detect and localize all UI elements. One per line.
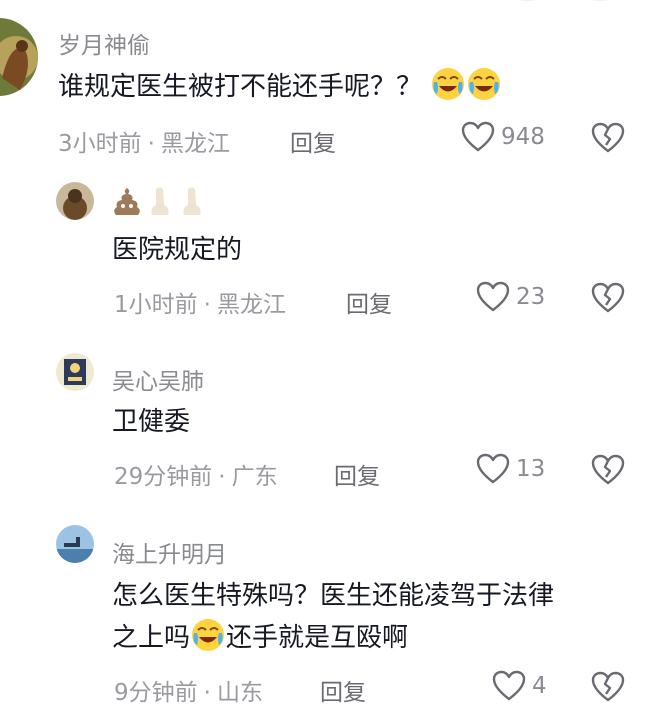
comment-text-part: 之上吗: [112, 623, 191, 653]
like-count: 4: [532, 673, 547, 699]
heart-outline-icon: [492, 670, 526, 701]
comment-text-line1: 怎么医生特殊吗？医生还能凌驾于法律: [112, 581, 555, 611]
reply-button[interactable]: 回复: [334, 457, 380, 491]
comment-username[interactable]: 岁月神偷: [58, 26, 150, 60]
comment-username[interactable]: [112, 185, 206, 217]
like-count: 948: [501, 124, 545, 150]
comment-meta: 9分钟前 · 山东: [114, 673, 263, 707]
comment-location: 黑龙江: [216, 292, 286, 318]
glove-emoji-icon: [151, 187, 169, 215]
reply-item: 吴心吴肺 卫健委 29分钟前 · 广东 回复 13: [0, 345, 660, 515]
comment-time: 1小时前: [114, 292, 198, 318]
glove-emoji-icon: [183, 187, 201, 215]
comment-text-line2: 之上吗 还手就是互殴啊: [112, 617, 408, 660]
meta-separator: ·: [203, 680, 211, 706]
comment-text-part: 还手就是互殴啊: [226, 623, 409, 653]
meta-separator: ·: [218, 464, 226, 490]
reply-button[interactable]: 回复: [290, 124, 336, 158]
crying-laughing-emoji-icon: [468, 68, 501, 100]
meta-separator: ·: [203, 292, 211, 318]
avatar[interactable]: [0, 18, 38, 96]
comment-text: 谁规定医生被打不能还手呢？？: [58, 66, 502, 109]
comment-username[interactable]: 海上升明月: [112, 535, 227, 569]
like-count: 23: [516, 284, 546, 310]
avatar[interactable]: [56, 525, 94, 563]
avatar[interactable]: [56, 182, 94, 220]
comment-meta: 1小时前 · 黑龙江: [114, 285, 286, 319]
comment-time: 29分钟前: [114, 464, 213, 490]
comment-time: 3小时前: [58, 131, 142, 157]
avatar[interactable]: [56, 353, 94, 391]
heart-outline-icon: [461, 121, 495, 152]
broken-heart-icon[interactable]: [591, 282, 625, 314]
comment-text: 卫健委: [112, 407, 191, 437]
comment-meta: 29分钟前 · 广东: [114, 457, 278, 491]
broken-heart-icon[interactable]: [591, 671, 625, 703]
crying-laughing-emoji-icon: [192, 619, 225, 651]
comment-username[interactable]: 吴心吴肺: [112, 362, 204, 396]
reply-button[interactable]: 回复: [320, 673, 366, 707]
like-button[interactable]: 948: [461, 121, 545, 153]
comment-location: 山东: [216, 680, 263, 706]
broken-heart-icon[interactable]: [591, 454, 625, 486]
reply-button[interactable]: 回复: [346, 285, 392, 319]
comment-item: 岁月神偷 谁规定医生被打不能还手呢？？ 3小时前 · 黑龙江 回复 948: [0, 0, 660, 175]
like-button[interactable]: 23: [476, 281, 545, 313]
like-count: 13: [516, 456, 546, 482]
comment-location: 广东: [231, 464, 278, 490]
heart-outline-icon: [476, 453, 510, 484]
broken-heart-icon[interactable]: [591, 122, 625, 154]
reply-item: 医院规定的 1小时前 · 黑龙江 回复 23: [0, 175, 660, 335]
comment-text: 医院规定的: [112, 235, 243, 265]
comment-time: 9分钟前: [114, 680, 198, 706]
like-button[interactable]: 4: [492, 670, 547, 702]
poop-emoji-icon: [114, 188, 140, 215]
comment-meta: 3小时前 · 黑龙江: [58, 124, 230, 158]
crying-laughing-emoji-icon: [432, 68, 465, 100]
like-button[interactable]: 13: [476, 453, 545, 485]
meta-separator: ·: [147, 131, 155, 157]
comment-location: 黑龙江: [160, 131, 230, 157]
reply-item: 海上升明月 怎么医生特殊吗？医生还能凌驾于法律 之上吗 还手就是互殴啊 9分钟前…: [0, 515, 660, 706]
heart-outline-icon: [476, 281, 510, 312]
comment-text-body: 谁规定医生被打不能还手呢？？: [58, 72, 423, 102]
